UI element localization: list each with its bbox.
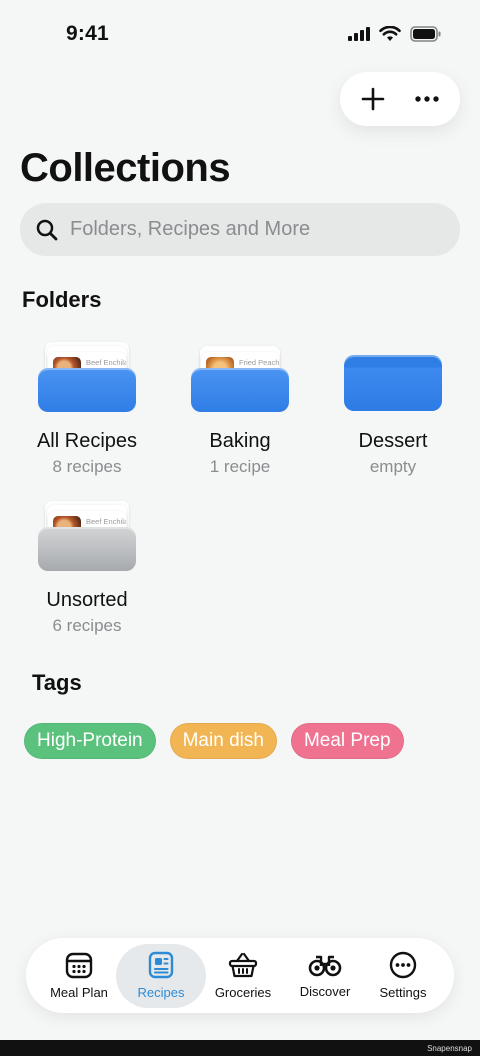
calendar-icon [65,952,93,979]
more-button[interactable] [408,80,446,118]
tab-label: Groceries [214,985,272,1000]
folders-heading: Folders [22,287,102,312]
folder-unsorted[interactable]: Beef Enchiladas Unsorted 6 recipes [17,499,157,636]
header-actions [340,72,460,126]
tag-main-dish[interactable]: Main dish [169,723,277,759]
recipe-preview-title: Beef Enchiladas [86,358,126,367]
folder-icon: Fried Peach Cobbler [191,340,289,420]
plus-icon [361,87,385,111]
tab-bar: Meal Plan Recipes Groceries Discover Set… [26,938,454,1013]
tag-list: High-Protein Main dish Meal Prep [24,723,404,759]
recipe-preview-title: Fried Peach Cobbler [239,358,279,367]
tab-label: Settings [379,985,427,1000]
status-time: 9:41 [66,22,109,45]
search-bar[interactable] [20,203,460,256]
folder-count: 8 recipes [52,457,122,476]
wifi-icon [379,26,401,41]
folder-baking[interactable]: Fried Peach Cobbler Baking 1 recipe [170,340,310,477]
folder-icon [344,340,442,420]
folder-count: 6 recipes [52,616,122,635]
basket-icon [228,952,258,978]
tab-label: Recipes [137,985,185,1000]
tab-label: Meal Plan [50,985,108,1000]
tab-settings[interactable]: Settings [358,938,448,1013]
tab-recipes[interactable]: Recipes [116,938,206,1013]
footer-strip [0,1040,480,1056]
page-title: Collections [20,146,231,190]
folder-name: Unsorted [46,589,128,611]
battery-icon [410,26,441,42]
folder-name: Dessert [358,430,428,452]
status-icons [348,26,442,42]
tab-discover[interactable]: Discover [280,938,370,1013]
folder-count: empty [369,457,417,476]
folder-count: 1 recipe [209,457,271,476]
tag-high-protein[interactable]: High-Protein [24,723,156,759]
ellipsis-icon [415,96,439,102]
folder-icon: Beef Enchiladas [38,340,136,420]
folder-name: Baking [209,430,271,452]
binoculars-icon [308,955,342,977]
folder-dessert[interactable]: Dessert empty [323,340,463,477]
search-icon [36,219,58,240]
tab-meal-plan[interactable]: Meal Plan [34,938,124,1013]
recipe-card-icon [148,951,174,979]
folder-icon: Beef Enchiladas [38,499,136,579]
add-button[interactable] [354,80,392,118]
cellular-signal-icon [348,27,370,41]
ellipsis-circle-icon [389,951,417,979]
tags-heading: Tags [32,670,82,695]
folder-name: All Recipes [36,430,138,452]
recipe-preview-title: Beef Enchiladas [86,517,126,526]
search-input[interactable] [68,217,432,242]
folder-all-recipes[interactable]: Beef Enchiladas All Recipes 8 recipes [17,340,157,477]
tag-meal-prep[interactable]: Meal Prep [290,723,404,759]
tab-label: Discover [299,984,351,999]
watermark: Snapensnap [427,1044,472,1053]
tab-groceries[interactable]: Groceries [198,938,288,1013]
